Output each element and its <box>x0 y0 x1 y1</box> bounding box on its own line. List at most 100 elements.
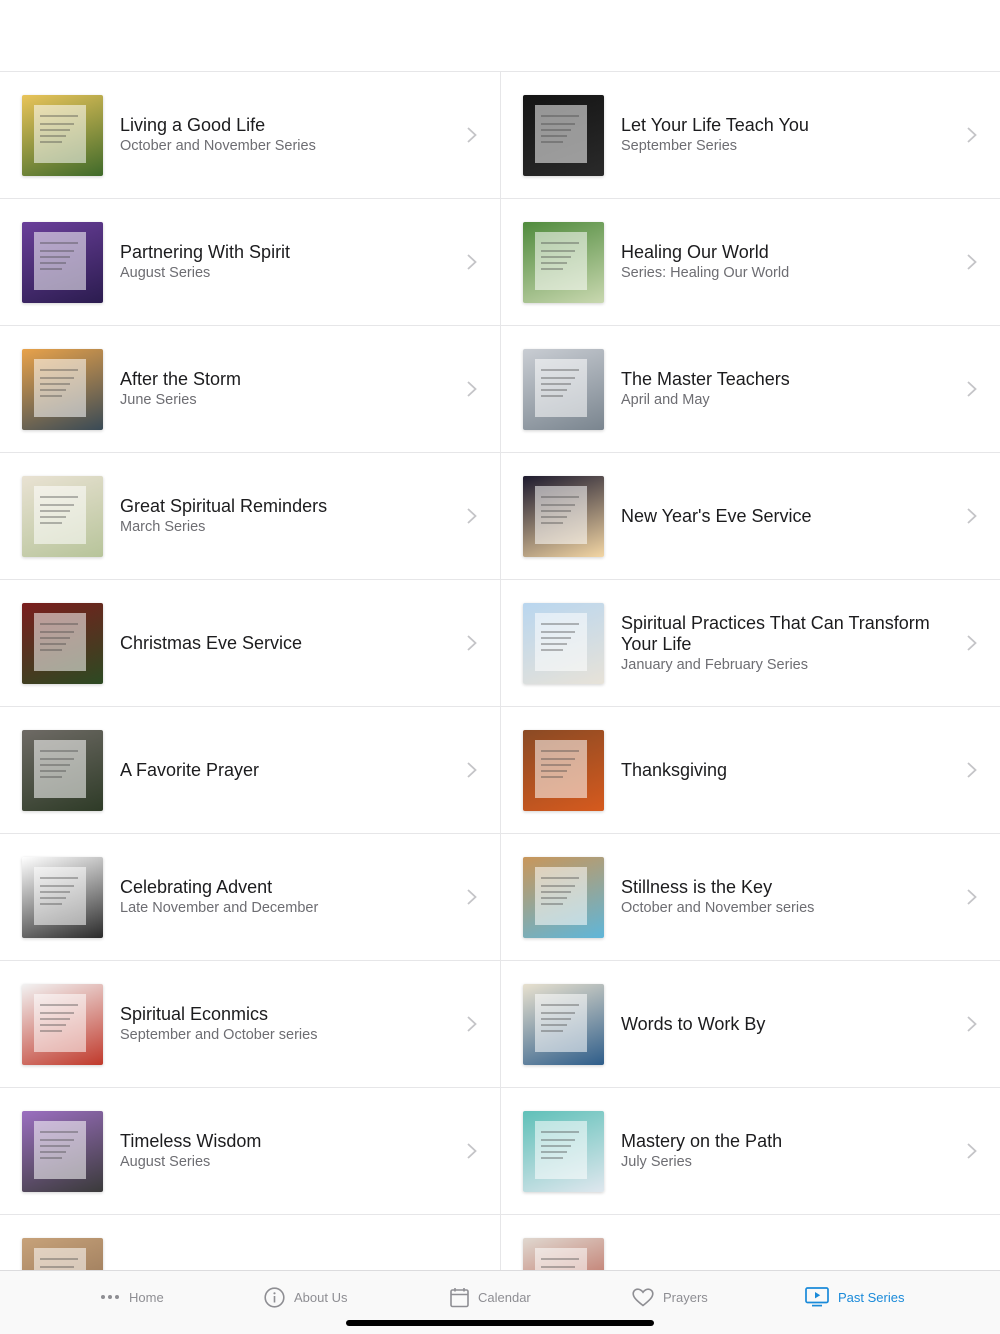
series-cell[interactable]: Spiritual Practices That Can Transform Y… <box>501 580 1000 707</box>
series-subtitle: July Series <box>621 1154 692 1170</box>
series-text: New Year's Eve Service <box>621 453 940 580</box>
series-title: After the Storm <box>120 369 242 389</box>
series-thumbnail <box>523 984 604 1065</box>
series-thumbnail <box>22 222 103 303</box>
chevron-right-icon <box>467 762 477 778</box>
series-thumbnail <box>523 95 604 176</box>
chevron-right-icon <box>967 381 977 397</box>
series-thumbnail <box>22 857 103 938</box>
series-cell[interactable]: The Master Teachers April and May <box>501 326 1000 453</box>
series-row: Great Spiritual Reminders March Series New… <box>0 453 1000 580</box>
series-cell[interactable]: A Favorite Prayer <box>0 707 500 834</box>
chevron-right-icon <box>967 762 977 778</box>
series-cell[interactable]: Other Side of the Storm <box>0 1215 500 1270</box>
series-text: Words to Work By <box>621 961 940 1088</box>
home-indicator <box>346 1320 654 1326</box>
series-row: A Favorite Prayer Thanksgiving <box>0 707 1000 834</box>
series-row: Partnering With Spirit August Series Heali… <box>0 199 1000 326</box>
series-thumbnail <box>523 222 604 303</box>
series-row: Other Side of the Storm Series: Ask Yours… <box>0 1215 1000 1270</box>
more-dots-icon <box>101 1295 119 1299</box>
series-cell[interactable]: Celebrating Advent Late November and Dece… <box>0 834 500 961</box>
series-title: Thanksgiving <box>621 760 728 780</box>
series-text: Timeless Wisdom August Series <box>120 1088 440 1215</box>
navigation-bar <box>0 0 1000 72</box>
series-cell[interactable]: Great Spiritual Reminders March Series <box>0 453 500 580</box>
chevron-right-icon <box>967 508 977 524</box>
series-cell[interactable]: After the Storm June Series <box>0 326 500 453</box>
tab-calendar[interactable]: Calendar <box>450 1283 531 1311</box>
chevron-right-icon <box>467 1143 477 1159</box>
series-subtitle: Late November and December <box>120 900 319 916</box>
series-row: Celebrating Advent Late November and Dece… <box>0 834 1000 961</box>
series-cell[interactable]: Words to Work By <box>501 961 1000 1088</box>
series-subtitle: April and May <box>621 392 710 408</box>
series-cell[interactable]: Living a Good Life October and November S… <box>0 72 500 199</box>
chevron-right-icon <box>967 127 977 143</box>
series-text: Let Your Life Teach You September Series <box>621 72 940 199</box>
series-cell[interactable]: Christmas Eve Service <box>0 580 500 707</box>
chevron-right-icon <box>467 127 477 143</box>
series-subtitle: October and November series <box>621 900 815 916</box>
chevron-right-icon <box>967 254 977 270</box>
series-title: The Master Teachers <box>621 369 790 389</box>
series-thumbnail <box>523 603 604 684</box>
series-title: Living a Good Life <box>120 115 266 135</box>
series-text: Thanksgiving <box>621 707 940 834</box>
chevron-right-icon <box>467 889 477 905</box>
series-text: A Favorite Prayer <box>120 707 440 834</box>
series-title: Stillness is the Key <box>621 877 773 897</box>
heart-icon <box>632 1287 654 1307</box>
series-text: Spiritual Practices That Can Transform Y… <box>621 580 940 707</box>
calendar-icon <box>450 1287 469 1307</box>
tab-about-us[interactable]: About Us <box>264 1283 347 1311</box>
series-cell[interactable]: Healing Our World Series: Healing Our Wor… <box>501 199 1000 326</box>
tab-prayers[interactable]: Prayers <box>632 1283 708 1311</box>
series-thumbnail <box>22 1111 103 1192</box>
chevron-right-icon <box>467 1016 477 1032</box>
series-cell[interactable]: Partnering With Spirit August Series <box>0 199 500 326</box>
series-title: A Favorite Prayer <box>120 760 260 780</box>
series-text: The Master Teachers April and May <box>621 326 940 453</box>
series-subtitle: June Series <box>120 392 197 408</box>
series-cell[interactable]: Mastery on the Path July Series <box>501 1088 1000 1215</box>
series-subtitle: January and February Series <box>621 656 808 673</box>
series-thumbnail <box>523 1238 604 1270</box>
series-text: Spiritual Econmics September and October … <box>120 961 440 1088</box>
series-subtitle: August Series <box>120 1154 211 1170</box>
series-title: Celebrating Advent <box>120 877 273 897</box>
series-thumbnail <box>523 1111 604 1192</box>
series-cell[interactable]: Spiritual Econmics September and October … <box>0 961 500 1088</box>
series-text: Great Spiritual Reminders March Series <box>120 453 440 580</box>
series-title: Christmas Eve Service <box>120 633 303 653</box>
series-text: Partnering With Spirit August Series <box>120 199 440 326</box>
series-thumbnail <box>22 95 103 176</box>
series-grid: Living a Good Life October and November S… <box>0 72 1000 1270</box>
chevron-right-icon <box>967 635 977 651</box>
chevron-right-icon <box>467 508 477 524</box>
chevron-right-icon <box>967 1016 977 1032</box>
series-cell[interactable]: Stillness is the Key October and November… <box>501 834 1000 961</box>
tab-past-series[interactable]: Past Series <box>805 1283 904 1311</box>
series-row: Living a Good Life October and November S… <box>0 72 1000 199</box>
series-row: After the Storm June Series The Master Tea… <box>0 326 1000 453</box>
tab-home[interactable]: Home <box>100 1283 164 1311</box>
series-thumbnail <box>22 476 103 557</box>
series-text: Celebrating Advent Late November and Dece… <box>120 834 440 961</box>
chevron-right-icon <box>967 1143 977 1159</box>
series-title: Healing Our World <box>621 242 769 262</box>
series-title: Let Your Life Teach You <box>621 115 809 135</box>
tab-about-us-label: About Us <box>294 1289 348 1305</box>
series-cell[interactable]: Timeless Wisdom August Series <box>0 1088 500 1215</box>
series-thumbnail <box>22 984 103 1065</box>
chevron-right-icon <box>967 889 977 905</box>
series-cell[interactable]: Series: Ask Yourself This <box>501 1215 1000 1270</box>
series-cell[interactable]: Thanksgiving <box>501 707 1000 834</box>
series-title: New Year's Eve Service <box>621 506 812 526</box>
series-cell[interactable]: New Year's Eve Service <box>501 453 1000 580</box>
series-title: Partnering With Spirit <box>120 242 291 262</box>
tab-past-series-label: Past Series <box>838 1289 905 1305</box>
series-subtitle: September and October series <box>120 1027 318 1043</box>
series-subtitle: October and November Series <box>120 138 316 154</box>
series-cell[interactable]: Let Your Life Teach You September Series <box>501 72 1000 199</box>
